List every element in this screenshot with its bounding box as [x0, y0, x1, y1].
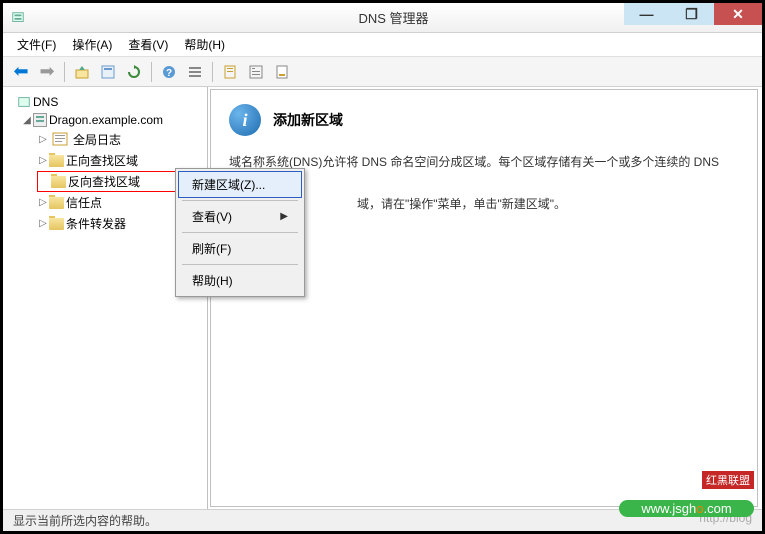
- toolbar: ⬅ ➡ ?: [3, 57, 762, 87]
- context-separator: [182, 200, 298, 201]
- tree-label: 条件转发器: [64, 214, 128, 233]
- list-button[interactable]: [183, 60, 207, 84]
- close-button[interactable]: ✕: [714, 3, 762, 25]
- submenu-arrow-icon: ▶: [280, 211, 288, 222]
- folder-icon: [49, 197, 64, 209]
- context-separator: [182, 264, 298, 265]
- context-item-label: 帮助(H): [192, 272, 233, 289]
- minimize-button[interactable]: —: [624, 3, 669, 25]
- folder-icon: [49, 218, 64, 230]
- menu-action[interactable]: 操作(A): [64, 34, 120, 55]
- log-icon: [52, 132, 68, 148]
- toolbar-separator: [151, 62, 152, 82]
- menu-help[interactable]: 帮助(H): [176, 34, 233, 55]
- help-button[interactable]: ?: [157, 60, 181, 84]
- expand-icon[interactable]: ▷: [37, 218, 49, 229]
- menu-file[interactable]: 文件(F): [9, 34, 64, 55]
- tree-server[interactable]: ◢ Dragon.example.com: [21, 111, 205, 129]
- dns-icon: [17, 95, 31, 109]
- tree-label: DNS: [31, 94, 60, 110]
- context-refresh[interactable]: 刷新(F): [178, 235, 302, 262]
- tree-label: 信任点: [64, 193, 104, 212]
- status-text: 显示当前所选内容的帮助。: [13, 512, 157, 529]
- svg-text:?: ?: [166, 68, 172, 79]
- context-item-label: 新建区域(Z)...: [192, 176, 265, 193]
- context-menu: 新建区域(Z)... 查看(V) ▶ 刷新(F) 帮助(H): [175, 168, 305, 297]
- collapse-icon[interactable]: ◢: [21, 115, 33, 126]
- panel-title: 添加新区域: [273, 110, 343, 130]
- tree-global-log[interactable]: ▷ 全局日志: [37, 129, 205, 150]
- properties-button[interactable]: [96, 60, 120, 84]
- back-button[interactable]: ⬅: [9, 60, 33, 84]
- tree-panel: DNS ◢ Dragon.example.com ▷ 全局日志 ▷ 正向查找区域: [3, 87, 208, 509]
- tree-label: 全局日志: [71, 130, 123, 149]
- context-view[interactable]: 查看(V) ▶: [178, 203, 302, 230]
- panel-description-line1: 域名称系统(DNS)允许将 DNS 命名空间分成区域。每个区域存储有关一个或多个…: [229, 152, 739, 172]
- context-item-label: 刷新(F): [192, 240, 231, 257]
- context-item-label: 查看(V): [192, 208, 232, 225]
- forward-button[interactable]: ➡: [35, 60, 59, 84]
- content-area: DNS ◢ Dragon.example.com ▷ 全局日志 ▷ 正向查找区域: [3, 87, 762, 509]
- tree-label: 反向查找区域: [66, 172, 142, 191]
- tree-root-dns[interactable]: DNS: [5, 93, 205, 111]
- detail-icon[interactable]: [244, 60, 268, 84]
- statusbar: 显示当前所选内容的帮助。: [3, 509, 762, 531]
- folder-icon: [49, 155, 64, 167]
- up-button[interactable]: [70, 60, 94, 84]
- menu-view[interactable]: 查看(V): [120, 34, 176, 55]
- folder-icon: [51, 176, 66, 188]
- info-icon: i: [229, 104, 261, 136]
- filter-icon[interactable]: [218, 60, 242, 84]
- export-icon[interactable]: [270, 60, 294, 84]
- panel-description-line2: 域，请在"操作"菜单，单击"新建区域"。: [229, 194, 739, 214]
- window-controls: — ❐ ✕: [624, 3, 762, 32]
- context-help[interactable]: 帮助(H): [178, 267, 302, 294]
- menubar: 文件(F) 操作(A) 查看(V) 帮助(H): [3, 33, 762, 57]
- toolbar-separator: [212, 62, 213, 82]
- server-icon: [33, 113, 47, 127]
- titlebar: DNS 管理器 — ❐ ✕: [3, 3, 762, 33]
- refresh-button[interactable]: [122, 60, 146, 84]
- tree-label: Dragon.example.com: [47, 112, 165, 128]
- expand-icon[interactable]: ▷: [37, 155, 49, 166]
- context-separator: [182, 232, 298, 233]
- toolbar-separator: [64, 62, 65, 82]
- expand-icon[interactable]: ▷: [37, 134, 49, 145]
- expand-icon[interactable]: ▷: [37, 197, 49, 208]
- maximize-button[interactable]: ❐: [669, 3, 714, 25]
- details-panel: i 添加新区域 域名称系统(DNS)允许将 DNS 命名空间分成区域。每个区域存…: [210, 89, 758, 507]
- context-new-zone[interactable]: 新建区域(Z)...: [178, 171, 302, 198]
- panel-header: i 添加新区域: [229, 104, 739, 136]
- tree-label: 正向查找区域: [64, 151, 140, 170]
- app-icon: [11, 11, 25, 25]
